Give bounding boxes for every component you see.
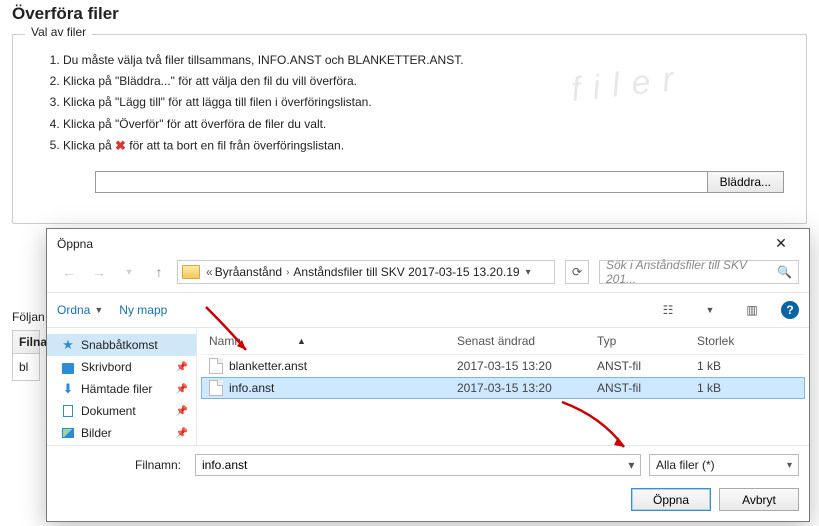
file-queue-table: Filnam bl xyxy=(12,330,40,381)
instruction-item: Klicka på ✖ för att ta bort en fil från … xyxy=(63,136,784,157)
new-folder-button[interactable]: Ny mapp xyxy=(119,303,167,317)
sidebar-item-label: Dokument xyxy=(81,404,136,418)
file-type: ANST-fil xyxy=(597,359,697,373)
dialog-title: Öppna xyxy=(57,237,763,251)
sidebar-item-label: Skrivbord xyxy=(81,360,132,374)
instruction-item: Klicka på "Lägg till" för att lägga till… xyxy=(63,93,784,112)
file-queue-header: Filnam xyxy=(13,331,39,354)
browse-button[interactable]: Bläddra... xyxy=(707,171,784,193)
file-row[interactable]: info.anst 2017-03-15 13:20 ANST-fil 1 kB xyxy=(201,377,805,399)
chevron-down-icon: ▼ xyxy=(94,305,103,315)
file-name: info.anst xyxy=(229,381,274,395)
file-queue-cell: bl xyxy=(13,354,39,380)
file-size: 1 kB xyxy=(697,381,797,395)
file-name: blanketter.anst xyxy=(229,359,307,373)
close-icon[interactable]: ✕ xyxy=(763,235,799,252)
file-list: Namn ▲ Senast ändrad Typ Storlek blanket… xyxy=(197,328,809,445)
instruction5-prefix: Klicka på xyxy=(63,138,115,152)
sidebar-item-downloads[interactable]: ⬇ Hämtade filer 📌 xyxy=(47,378,196,400)
sidebar-item-label: Snabbåtkomst xyxy=(81,338,158,352)
organize-label: Ordna xyxy=(57,303,90,317)
pin-icon: 📌 xyxy=(176,406,188,417)
desktop-icon xyxy=(62,363,74,372)
file-size: 1 kB xyxy=(697,359,797,373)
download-icon: ⬇ xyxy=(61,382,75,396)
view-dropdown-icon[interactable]: ▼ xyxy=(697,299,723,321)
chevron-right-icon: › xyxy=(282,267,293,278)
column-header-size[interactable]: Storlek xyxy=(697,334,797,348)
pin-icon: 📌 xyxy=(176,362,188,373)
organize-menu[interactable]: Ordna ▼ xyxy=(57,303,103,317)
page-title: Överföra filer xyxy=(12,4,807,24)
fieldset-legend: Val av filer xyxy=(25,25,92,39)
pictures-icon xyxy=(62,428,74,438)
file-type: ANST-fil xyxy=(597,381,697,395)
file-date: 2017-03-15 13:20 xyxy=(457,359,597,373)
filename-input[interactable]: ▾ xyxy=(195,454,641,476)
instructions-list: Du måste välja två filer tillsammans, IN… xyxy=(35,51,784,157)
file-type-filter[interactable]: Alla filer (*) ▾ xyxy=(649,454,799,476)
search-input[interactable]: Sök i Anståndsfiler till SKV 201... 🔍 xyxy=(599,260,799,284)
open-button[interactable]: Öppna xyxy=(631,488,711,511)
filename-label: Filnamn: xyxy=(57,458,187,472)
open-file-dialog: Öppna ✕ ← → ▾ ↑ « Byråanstånd › Anstånds… xyxy=(46,228,810,522)
help-icon[interactable]: ? xyxy=(781,301,799,319)
folder-icon xyxy=(182,265,200,279)
following-label: Följan xyxy=(12,310,45,324)
instruction-item: Du måste välja två filer tillsammans, IN… xyxy=(63,51,784,70)
search-icon: 🔍 xyxy=(777,265,792,279)
file-icon xyxy=(209,380,223,396)
sidebar-item-label: Hämtade filer xyxy=(81,382,152,396)
filename-input-field[interactable] xyxy=(196,458,623,472)
breadcrumb-seg1[interactable]: Byråanstånd xyxy=(215,265,282,279)
instruction-item: Klicka på "Bläddra..." för att välja den… xyxy=(63,72,784,91)
sidebar-item-label: Bilder xyxy=(81,426,112,440)
breadcrumb[interactable]: « Byråanstånd › Anståndsfiler till SKV 2… xyxy=(177,260,555,284)
file-date: 2017-03-15 13:20 xyxy=(457,381,597,395)
file-path-field[interactable] xyxy=(95,171,707,193)
sidebar-item-desktop[interactable]: Skrivbord 📌 xyxy=(47,356,196,378)
nav-up-icon[interactable]: ↑ xyxy=(147,260,171,284)
sidebar-item-documents[interactable]: Dokument 📌 xyxy=(47,400,196,422)
cancel-button[interactable]: Avbryt xyxy=(719,488,799,511)
file-icon xyxy=(209,358,223,374)
sidebar-item-quickaccess[interactable]: ★ Snabbåtkomst xyxy=(47,334,196,356)
star-icon: ★ xyxy=(61,338,75,352)
sidebar-item-pictures[interactable]: Bilder 📌 xyxy=(47,422,196,444)
sidebar: ★ Snabbåtkomst Skrivbord 📌 ⬇ Hämtade fil… xyxy=(47,328,197,445)
chevron-down-icon: ▾ xyxy=(787,460,792,471)
column-header-date[interactable]: Senast ändrad xyxy=(457,334,597,348)
view-details-icon[interactable]: ☷ xyxy=(655,299,681,321)
breadcrumb-overflow[interactable]: « xyxy=(204,265,215,279)
column-header-type[interactable]: Typ xyxy=(597,334,697,348)
sort-asc-icon: ▲ xyxy=(297,336,306,346)
pin-icon: 📌 xyxy=(176,428,188,439)
search-placeholder: Sök i Anståndsfiler till SKV 201... xyxy=(606,258,777,286)
nav-back-icon[interactable]: ← xyxy=(57,260,81,284)
delete-x-icon: ✖ xyxy=(115,136,126,157)
instruction-item: Klicka på "Överför" för att överföra de … xyxy=(63,115,784,134)
file-row[interactable]: blanketter.anst 2017-03-15 13:20 ANST-fi… xyxy=(201,355,805,377)
document-icon xyxy=(63,405,73,417)
nav-forward-icon[interactable]: → xyxy=(87,260,111,284)
refresh-icon[interactable]: ⟳ xyxy=(565,260,589,284)
filter-label: Alla filer (*) xyxy=(656,458,715,472)
preview-pane-icon[interactable]: ▥ xyxy=(739,299,765,321)
column-header-name[interactable]: Namn ▲ xyxy=(209,334,457,348)
breadcrumb-dropdown-icon[interactable]: ▾ xyxy=(520,267,537,278)
instruction5-tail: för att ta bort en fil från överföringsl… xyxy=(129,138,344,152)
pin-icon: 📌 xyxy=(176,384,188,395)
nav-history-icon[interactable]: ▾ xyxy=(117,260,141,284)
file-selection-fieldset: Val av filer filer Du måste välja två fi… xyxy=(12,34,807,224)
filename-history-icon[interactable]: ▾ xyxy=(623,458,640,472)
breadcrumb-seg2[interactable]: Anståndsfiler till SKV 2017-03-15 13.20.… xyxy=(293,265,519,279)
